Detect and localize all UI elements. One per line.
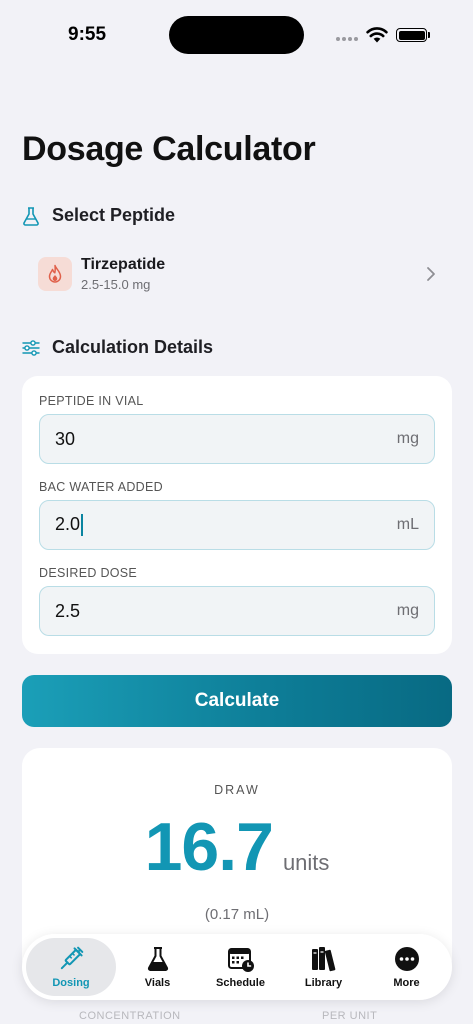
bac-water-value: 2.0: [55, 513, 81, 534]
desired-dose-label: DESIRED DOSE: [39, 566, 138, 580]
peptide-name: Tirzepatide: [81, 256, 166, 273]
books-icon: [311, 947, 335, 972]
tab-more-label: More: [393, 977, 420, 989]
draw-ml: (0.17 mL): [204, 906, 270, 923]
bac-water-label: BAC WATER ADDED: [39, 480, 163, 494]
tab-library[interactable]: Library: [282, 938, 365, 996]
tab-schedule-label: Schedule: [216, 977, 265, 989]
cellular-signal-icon: [336, 37, 358, 41]
peptide-in-vial-label: PEPTIDE IN VIAL: [39, 394, 144, 408]
bac-water-input[interactable]: 2.0 mL: [39, 500, 435, 550]
page-title: Dosage Calculator: [22, 130, 316, 168]
peptide-in-vial-unit: mg: [396, 430, 419, 447]
calendar-clock-icon: [227, 948, 254, 972]
wifi-icon: [366, 27, 388, 43]
desired-dose-value: 2.5: [55, 600, 81, 621]
tab-vials[interactable]: Vials: [116, 938, 199, 996]
desired-dose-input[interactable]: 2.5 mg: [39, 586, 435, 636]
calculation-card: PEPTIDE IN VIAL 30 mg BAC WATER ADDED 2.…: [22, 376, 452, 654]
flask-icon: [23, 206, 39, 226]
bac-water-unit: mL: [396, 516, 419, 533]
select-peptide-header: Select Peptide: [22, 205, 175, 226]
draw-value: 16.7: [144, 809, 274, 885]
tab-more[interactable]: More: [365, 938, 448, 996]
peptide-range: 2.5-15.0 mg: [81, 277, 151, 292]
draw-unit: units: [282, 850, 330, 875]
tab-schedule[interactable]: Schedule: [199, 938, 282, 996]
dynamic-island: [169, 16, 304, 54]
desired-dose-unit: mg: [396, 602, 419, 619]
tab-library-label: Library: [304, 977, 343, 989]
peptide-in-vial-input[interactable]: 30 mg: [39, 414, 435, 464]
peptide-in-vial-value: 30: [55, 428, 76, 449]
tab-vials-label: Vials: [144, 977, 171, 989]
calculation-details-label: Calculation Details: [52, 337, 214, 357]
peptide-selector[interactable]: Tirzepatide 2.5-15.0 mg: [22, 244, 452, 304]
more-icon: [394, 947, 419, 971]
battery-icon: [396, 28, 427, 42]
per-unit-label: PER UNIT: [322, 1010, 378, 1022]
tab-dosing[interactable]: Dosing: [26, 938, 116, 996]
peptide-flame-icon: [38, 257, 72, 291]
tab-dosing-label: Dosing: [52, 977, 90, 989]
tab-bar: Dosing Vials Schedule Library More: [22, 934, 452, 1000]
concentration-label: CONCENTRATION: [79, 1010, 181, 1022]
text-caret: [81, 514, 84, 537]
calculation-details-header: Calculation Details: [22, 337, 213, 358]
status-time: 9:55: [68, 24, 107, 45]
syringe-icon: [60, 946, 84, 970]
sliders-icon: [22, 339, 40, 356]
chevron-right-icon: [427, 267, 435, 281]
flask-icon: [147, 947, 168, 971]
draw-label: DRAW: [214, 783, 260, 797]
calculate-button[interactable]: Calculate: [22, 675, 452, 727]
select-peptide-label: Select Peptide: [52, 205, 176, 225]
battery-cap: [428, 32, 430, 38]
